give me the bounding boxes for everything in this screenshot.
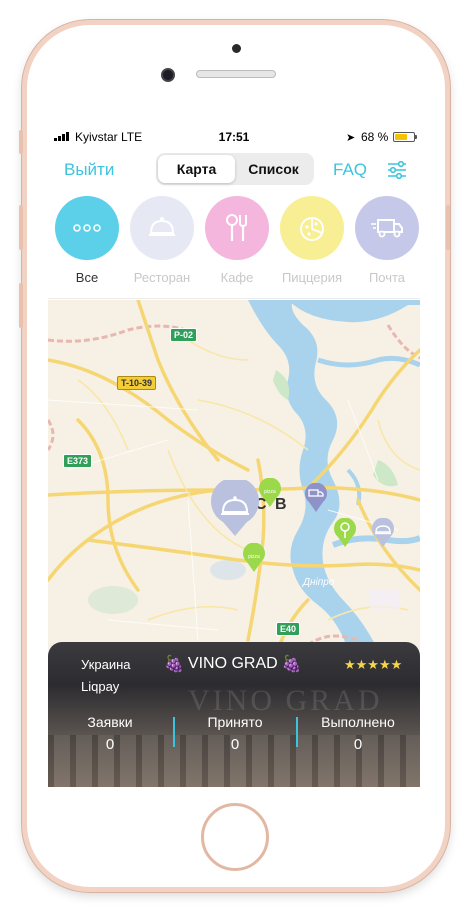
nav-bar: Выйти Карта Список FAQ (48, 149, 420, 189)
volume-down-button (19, 283, 23, 328)
stat-label: Выполнено (321, 714, 395, 730)
dots-icon (55, 196, 119, 260)
stat-requests: Заявки 0 (50, 714, 170, 753)
venue-name: VINO GRAD (187, 655, 278, 672)
stat-label: Принято (207, 714, 263, 730)
category-label: Почта (368, 270, 406, 285)
stat-value: 0 (353, 736, 363, 753)
sliders-icon[interactable] (387, 161, 407, 179)
map-roads (48, 300, 420, 650)
svg-text:pizza: pizza (248, 554, 260, 560)
app-screen: Kyivstar LTE 17:51 ➤ 68 % Выйти Карта Сп… (48, 127, 420, 787)
stat-completed: Выполнено 0 (298, 714, 418, 753)
venue-card[interactable]: VINO GRAD Украина Liqpay 🍇 VINO GRAD 🍇 ★… (48, 642, 420, 787)
category-label: Пиццерия (281, 270, 343, 285)
stat-value: 0 (105, 736, 115, 753)
stat-accepted: Принято 0 (175, 714, 295, 753)
map-pin-green-icon[interactable]: pizza (241, 543, 267, 573)
map-view[interactable]: P-02 T-10-39 E373 E40 С В Днiпро pizza p… (48, 300, 420, 650)
road-badge: P-02 (170, 328, 198, 342)
front-camera (161, 68, 175, 82)
power-button (446, 205, 450, 250)
map-pin-green-icon[interactable]: pizza (257, 478, 283, 508)
battery-icon (393, 132, 417, 142)
svg-text:pizza: pizza (264, 489, 276, 495)
category-all[interactable]: Все (54, 196, 120, 285)
stat-value: 0 (230, 736, 240, 753)
battery-fill (395, 134, 407, 140)
location-arrow-icon: ➤ (346, 132, 356, 144)
cloche-icon (130, 196, 194, 260)
faq-button[interactable]: FAQ (333, 160, 367, 180)
volume-up-button (19, 205, 23, 250)
road-badge: E373 (63, 454, 93, 468)
venue-title: 🍇 VINO GRAD 🍇 (164, 654, 302, 674)
map-pin-restaurant-icon[interactable] (370, 518, 396, 548)
stat-label: Заявки (87, 714, 133, 730)
road-badge: T-10-39 (117, 376, 157, 390)
road-badge: E40 (276, 622, 301, 636)
map-pin-post-icon[interactable] (303, 483, 329, 513)
tab-list[interactable]: Список (235, 155, 312, 183)
proximity-sensor (232, 44, 241, 53)
category-filter-bar: Все Ресторан Кафе Пиццерия Почта (48, 195, 420, 299)
category-label: Кафе (220, 270, 254, 285)
home-button[interactable] (201, 803, 269, 871)
truck-icon (355, 196, 419, 260)
grape-icon: 🍇 (281, 656, 302, 673)
cutlery-icon (205, 196, 269, 260)
category-restaurant[interactable]: Ресторан (129, 196, 195, 285)
status-bar: Kyivstar LTE 17:51 ➤ 68 % (48, 127, 420, 147)
venue-photo-sign: VINO GRAD (188, 684, 383, 717)
category-post[interactable]: Почта (354, 196, 420, 285)
grape-icon: 🍇 (164, 656, 184, 673)
view-switcher: Карта Список (156, 153, 314, 185)
category-pizzeria[interactable]: Пиццерия (279, 196, 345, 285)
category-cafe[interactable]: Кафе (204, 196, 270, 285)
tab-map[interactable]: Карта (158, 155, 235, 183)
river-label: Днiпро (303, 577, 335, 588)
map-pin-cafe-icon[interactable] (332, 518, 358, 548)
logout-button[interactable]: Выйти (64, 160, 114, 180)
category-label: Все (75, 270, 99, 285)
category-label: Ресторан (133, 270, 191, 285)
pizza-icon (280, 196, 344, 260)
battery-percent: 68 % (361, 130, 389, 144)
venue-payment: Liqpay (81, 679, 120, 694)
venue-country: Украина (81, 657, 131, 672)
mute-switch (19, 130, 23, 154)
earpiece (196, 70, 276, 78)
rating-stars: ★★★★★ (344, 657, 403, 672)
map-pin-restaurant-icon[interactable] (210, 480, 260, 538)
